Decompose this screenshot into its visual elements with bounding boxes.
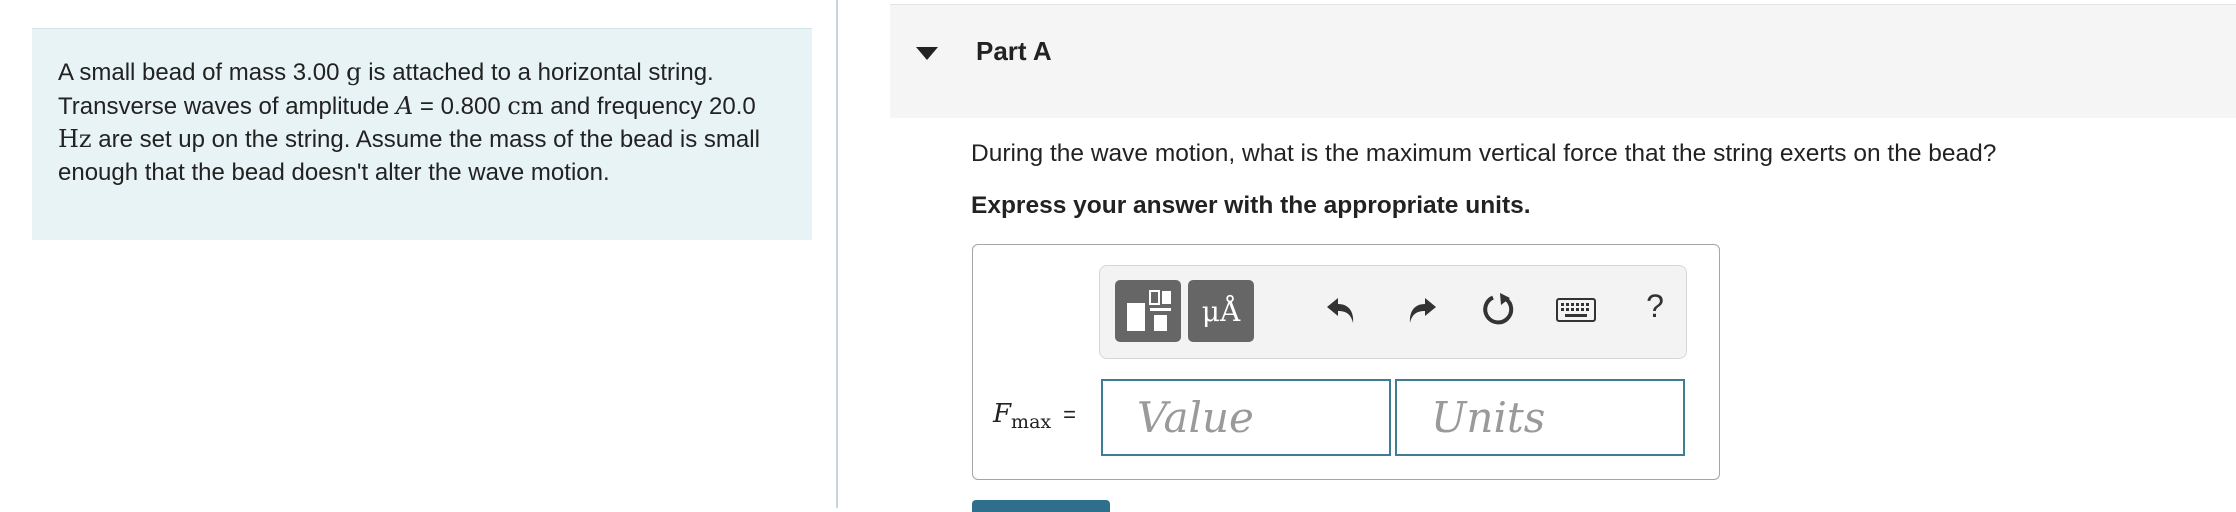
problem-text-1: A small bead of mass 3.00 bbox=[58, 59, 347, 86]
instruction-text: Express your answer with the appropriate… bbox=[971, 192, 1531, 219]
frequency-unit: Hz bbox=[58, 125, 92, 153]
column-divider bbox=[836, 0, 838, 508]
amplitude-unit: cm bbox=[507, 91, 544, 120]
amplitude-value: = 0.800 bbox=[413, 92, 508, 120]
reset-icon[interactable] bbox=[1478, 290, 1518, 330]
question-text: During the wave motion, what is the maxi… bbox=[971, 140, 1997, 167]
answer-box: μÅ ? Fmax = Value Units bbox=[972, 244, 1720, 480]
redo-icon[interactable] bbox=[1401, 290, 1441, 330]
math-toolbar: μÅ ? bbox=[1099, 265, 1687, 359]
fmax-label: Fmax = bbox=[993, 399, 1076, 433]
units-input[interactable] bbox=[1395, 379, 1685, 456]
mass-unit: g bbox=[346, 58, 362, 86]
force-symbol: F bbox=[993, 399, 1012, 429]
part-header[interactable]: Part A bbox=[890, 4, 2236, 118]
templates-button[interactable] bbox=[1115, 280, 1181, 342]
units-button[interactable]: μÅ bbox=[1188, 280, 1254, 342]
problem-statement: A small bead of mass 3.00 g is attached … bbox=[32, 28, 812, 240]
keyboard-icon[interactable] bbox=[1556, 290, 1596, 330]
amplitude-symbol: A bbox=[395, 91, 414, 120]
problem-text-4: are set up on the string. Assume the mas… bbox=[58, 126, 760, 186]
value-input[interactable] bbox=[1101, 379, 1391, 456]
problem-text-3: and frequency 20.0 bbox=[543, 92, 756, 120]
submit-button[interactable] bbox=[972, 500, 1110, 512]
undo-icon[interactable] bbox=[1322, 290, 1362, 330]
collapse-caret-icon[interactable] bbox=[916, 47, 938, 60]
part-title: Part A bbox=[976, 36, 1052, 66]
force-subscript: max bbox=[1011, 411, 1052, 434]
equals-sign: = bbox=[1063, 402, 1076, 427]
help-button[interactable]: ? bbox=[1635, 286, 1675, 326]
templates-icon bbox=[1127, 290, 1171, 331]
